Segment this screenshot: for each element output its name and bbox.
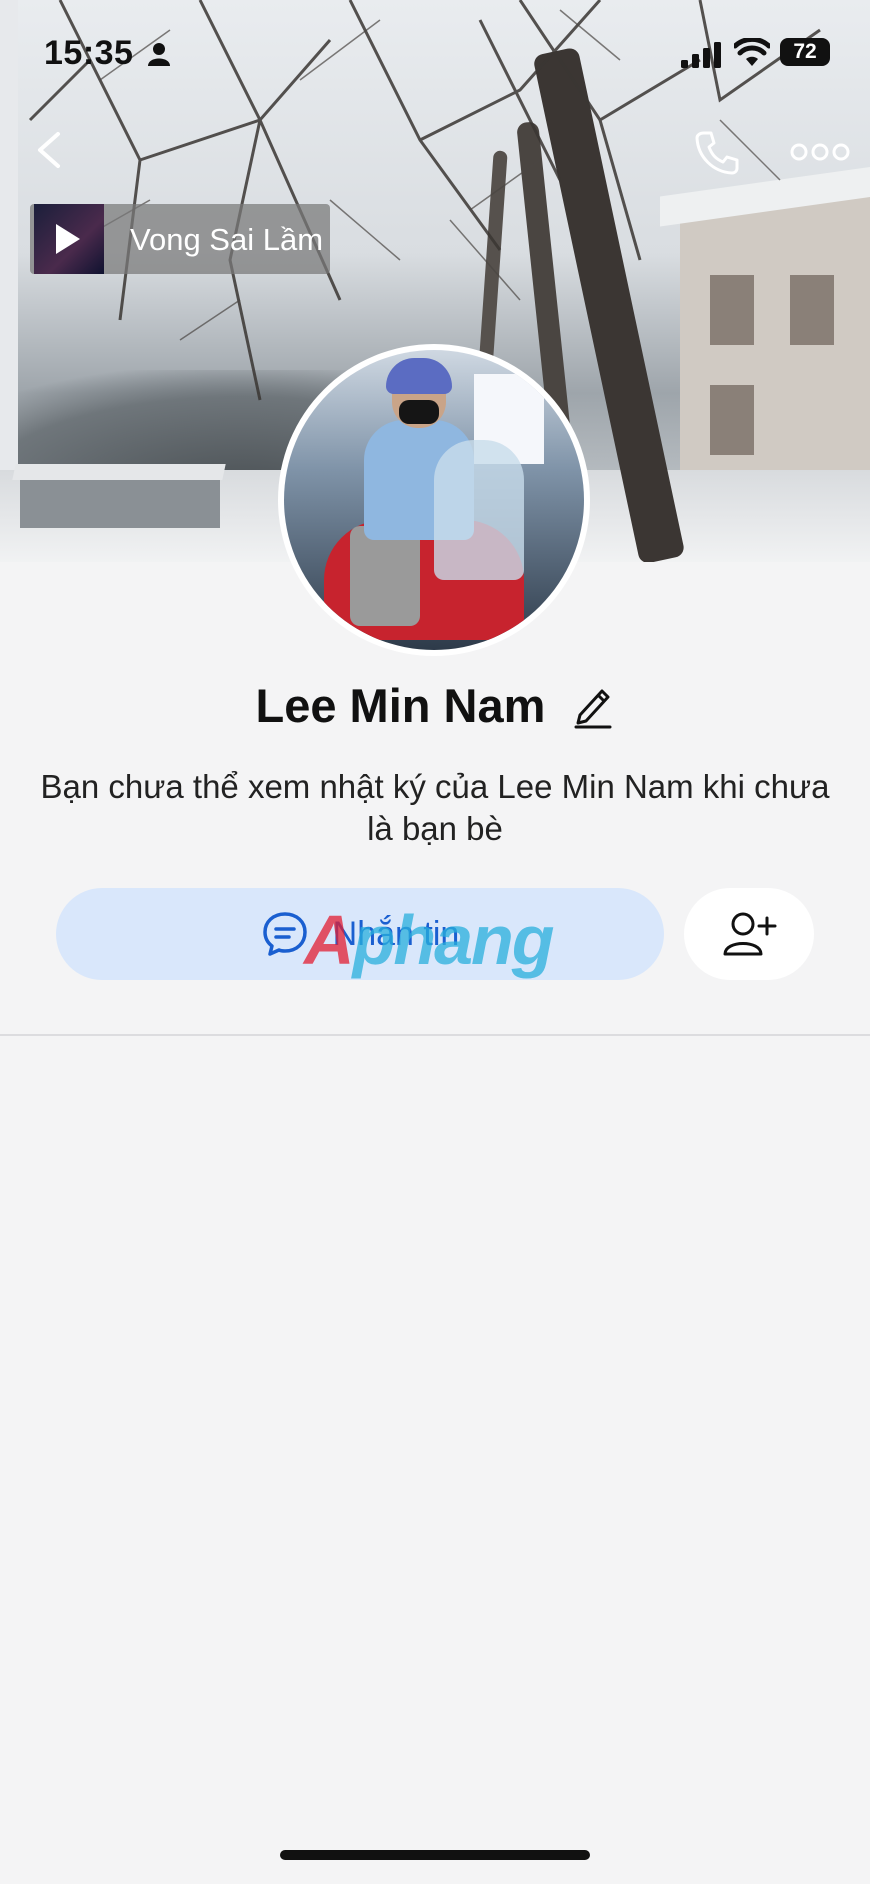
more-icon (790, 143, 850, 161)
avatar[interactable] (278, 344, 590, 656)
more-options-button[interactable] (790, 140, 850, 164)
message-button-label: Nhắn tin (332, 914, 460, 953)
status-time: 15:35 (44, 34, 134, 72)
avatar-photo (284, 350, 584, 650)
message-button[interactable]: Nhắn tin (56, 888, 664, 980)
status-bar: 15:35 72 (0, 0, 870, 100)
profile-name-text: Lee Min Nam (255, 679, 546, 733)
signal-icon (681, 42, 721, 68)
profile-name: Lee Min Nam (0, 674, 870, 733)
music-thumbnail (34, 204, 104, 274)
pencil-icon (574, 689, 612, 729)
call-button[interactable] (692, 128, 742, 178)
play-icon (56, 224, 80, 254)
section-divider (0, 1034, 870, 1036)
battery-level: 72 (793, 40, 817, 63)
back-button[interactable] (28, 128, 72, 172)
home-indicator[interactable] (280, 1850, 590, 1860)
add-person-icon (723, 912, 777, 956)
add-friend-button[interactable] (684, 888, 814, 980)
phone-icon (695, 131, 739, 175)
edit-nickname-button[interactable] (572, 683, 614, 729)
music-title: Vong Sai Lầm (130, 222, 324, 257)
chat-bubble-icon (262, 912, 307, 956)
battery-icon: 72 (780, 38, 830, 66)
wifi-icon (734, 38, 770, 66)
privacy-notice: Bạn chưa thể xem nhật ký của Lee Min Nam… (40, 768, 830, 847)
chevron-left-icon (38, 132, 60, 168)
profile-music-chip[interactable]: Vong Sai Lầm (30, 204, 330, 274)
person-icon (148, 43, 170, 66)
